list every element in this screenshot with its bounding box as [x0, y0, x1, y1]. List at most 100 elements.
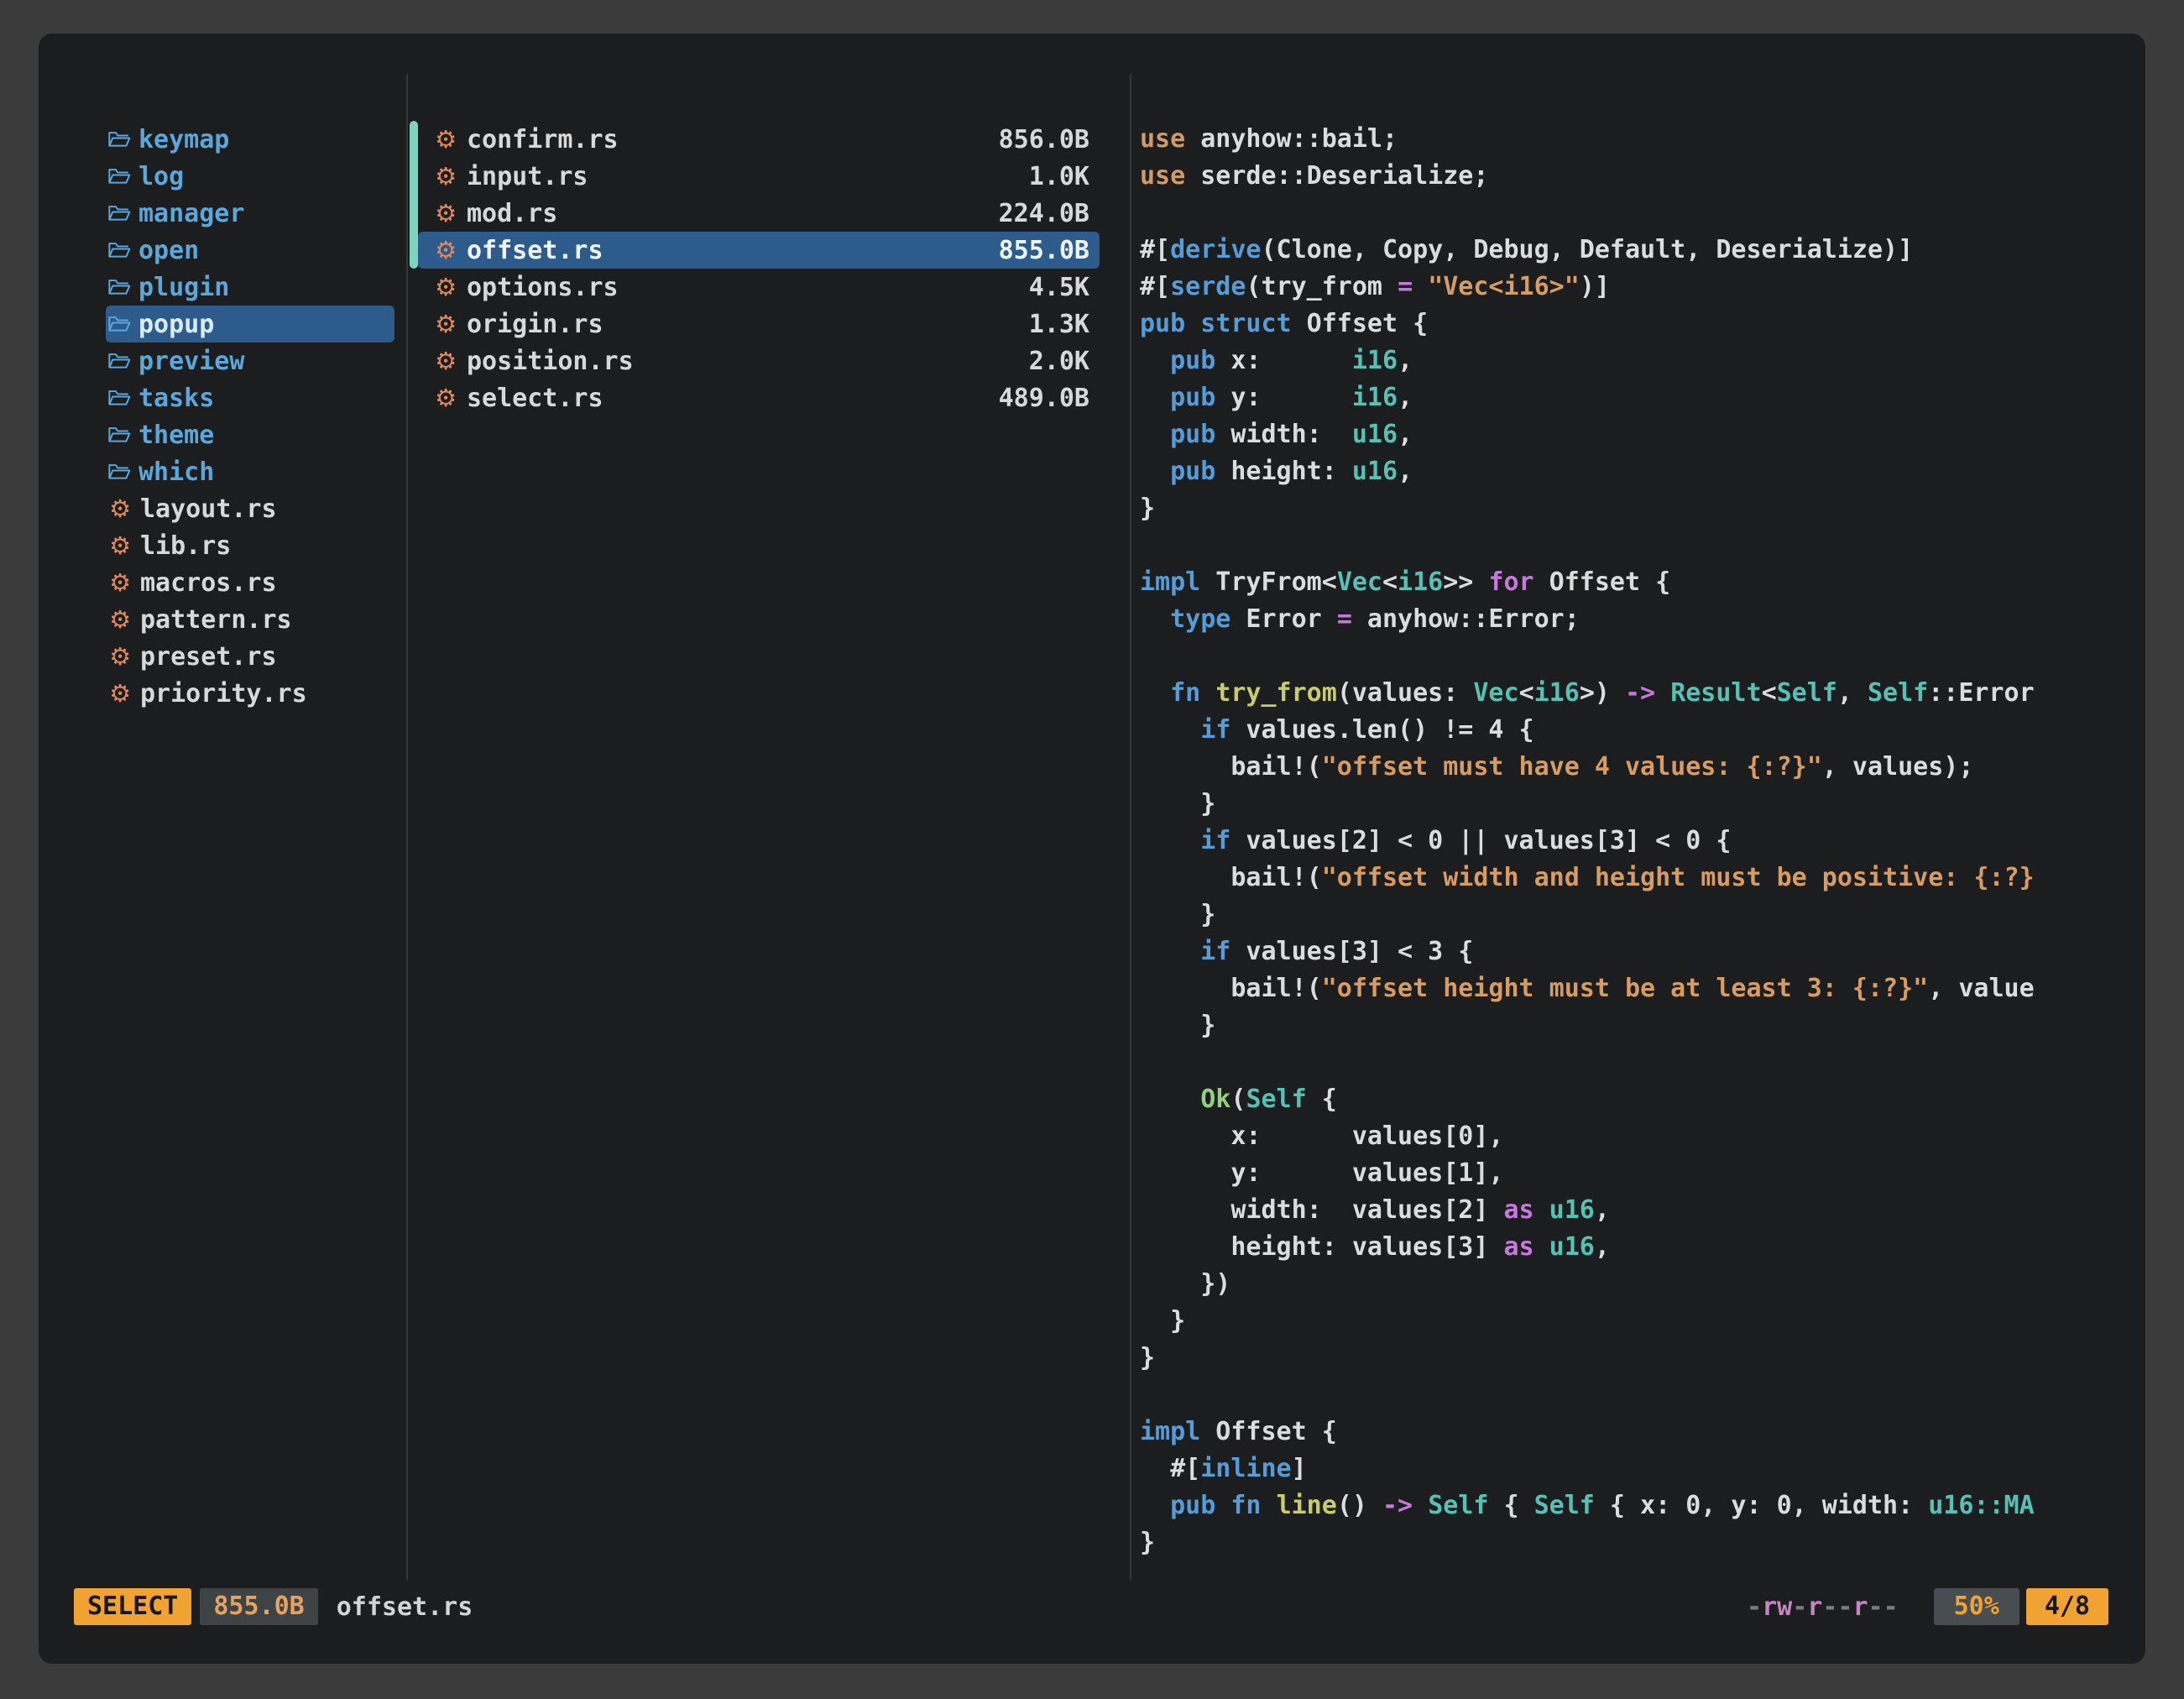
sidebar-item-log[interactable]: log [106, 158, 394, 195]
item-label: theme [138, 421, 214, 450]
file-row-mod-rs[interactable]: ⚙mod.rs224.0B [418, 195, 1100, 232]
item-label: plugin [138, 273, 229, 302]
file-size: 1.0K [1029, 162, 1089, 191]
file-permissions: -rw-r--r-- [1747, 1592, 1899, 1622]
status-filename: offset.rs [337, 1592, 473, 1622]
rust-file-icon: ⚙ [107, 645, 133, 669]
item-label: pattern.rs [140, 605, 292, 635]
code-line: #[serde(try_from = "Vec<i16>")] [1140, 269, 2145, 306]
sidebar-item-popup[interactable]: popup [106, 306, 394, 342]
code-line: } [1140, 786, 2145, 823]
sidebar-item-pattern-rs[interactable]: ⚙ pattern.rs [106, 601, 394, 638]
item-label: lib.rs [140, 531, 231, 561]
rust-file-icon: ⚙ [433, 128, 458, 152]
sidebar-item-lib-rs[interactable]: ⚙lib.rs [106, 527, 394, 564]
item-label: priority.rs [140, 679, 307, 708]
rust-file-icon: ⚙ [433, 386, 458, 410]
panes: keymap log manager open plugin popup preview ta… [39, 74, 2145, 1580]
rust-file-icon: ⚙ [107, 608, 133, 632]
file-size: 2.0K [1029, 347, 1089, 376]
file-rows: ⚙confirm.rs856.0B⚙input.rs1.0K⚙mod.rs224… [408, 121, 1130, 416]
sidebar-item-macros-rs[interactable]: ⚙macros.rs [106, 564, 394, 601]
sidebar-item-which[interactable]: which [106, 453, 394, 490]
code-line: impl Offset { [1140, 1414, 2145, 1451]
code-view: use anyhow::bail;use serde::Deserialize;… [1140, 121, 2145, 1561]
code-line [1140, 1044, 2145, 1081]
code-line: pub struct Offset { [1140, 306, 2145, 342]
file-name: options.rs [467, 273, 619, 302]
code-line: bail!("offset width and height must be p… [1140, 860, 2145, 897]
file-row-origin-rs[interactable]: ⚙origin.rs1.3K [418, 306, 1100, 342]
code-line: pub height: u16, [1140, 453, 2145, 490]
item-label: macros.rs [140, 568, 277, 598]
code-line: height: values[3] as u16, [1140, 1229, 2145, 1266]
file-row-offset-rs[interactable]: ⚙ offset.rs 855.0B [418, 232, 1100, 269]
folder-icon [107, 425, 131, 445]
sidebar-item-preset-rs[interactable]: ⚙preset.rs [106, 638, 394, 675]
code-line: use anyhow::bail; [1140, 121, 2145, 158]
sidebar-item-preview[interactable]: preview [106, 342, 394, 379]
terminal-window: keymap log manager open plugin popup preview ta… [39, 34, 2145, 1664]
rust-file-icon: ⚙ [433, 165, 458, 189]
file-name: origin.rs [467, 310, 603, 339]
code-line: pub width: u16, [1140, 416, 2145, 453]
code-line: }) [1140, 1266, 2145, 1303]
code-line: } [1140, 1340, 2145, 1377]
preview-pane: use anyhow::bail;use serde::Deserialize;… [1130, 74, 2145, 1580]
item-label: popup [138, 310, 214, 339]
sidebar-item-open[interactable]: open [106, 232, 394, 269]
code-line: } [1140, 1524, 2145, 1561]
code-line: impl TryFrom<Vec<i16>> for Offset { [1140, 564, 2145, 601]
sidebar-item-manager[interactable]: manager [106, 195, 394, 232]
code-line: pub y: i16, [1140, 379, 2145, 416]
item-label: open [138, 236, 199, 265]
rust-file-icon: ⚙ [433, 312, 458, 337]
sidebar-item-tasks[interactable]: tasks [106, 379, 394, 416]
sidebar-item-plugin[interactable]: plugin [106, 269, 394, 306]
file-size: 856.0B [999, 125, 1089, 154]
item-label: layout.rs [140, 494, 277, 524]
folder-icon [107, 277, 131, 297]
file-row-options-rs[interactable]: ⚙options.rs4.5K [418, 269, 1100, 306]
item-label: log [138, 162, 184, 191]
sidebar-item-layout-rs[interactable]: ⚙layout.rs [106, 490, 394, 527]
file-size: 224.0B [999, 199, 1089, 228]
code-line [1140, 195, 2145, 232]
file-row-confirm-rs[interactable]: ⚙confirm.rs856.0B [418, 121, 1100, 158]
status-bar: SELECT 855.0B offset.rs -rw-r--r-- 50% 4… [74, 1588, 2108, 1625]
item-label: keymap [138, 125, 229, 154]
file-name: mod.rs [467, 199, 557, 228]
code-line: width: values[2] as u16, [1140, 1192, 2145, 1229]
folder-icon [107, 166, 131, 186]
sidebar-item-keymap[interactable]: keymap [106, 121, 394, 158]
cursor-position-badge: 4/8 [2026, 1588, 2108, 1625]
scrollbar-indicator[interactable] [410, 121, 418, 269]
file-row-input-rs[interactable]: ⚙ input.rs 1.0K [418, 158, 1100, 195]
file-size: 489.0B [999, 384, 1089, 413]
rust-file-icon: ⚙ [433, 349, 458, 374]
code-line: bail!("offset must have 4 values: {:?}",… [1140, 749, 2145, 786]
code-line: use serde::Deserialize; [1140, 158, 2145, 195]
folder-icon [107, 240, 131, 260]
code-line: } [1140, 490, 2145, 527]
file-size: 4.5K [1029, 273, 1089, 302]
rust-file-icon: ⚙ [107, 682, 133, 706]
code-line: } [1140, 1007, 2145, 1044]
code-line: } [1140, 897, 2145, 933]
code-line: fn try_from(values: Vec<i16>) -> Result<… [1140, 675, 2145, 712]
file-row-position-rs[interactable]: ⚙ position.rs 2.0K [418, 342, 1100, 379]
sidebar-item-theme[interactable]: theme [106, 416, 394, 453]
sidebar-item-priority-rs[interactable]: ⚙ priority.rs [106, 675, 394, 712]
item-label: tasks [138, 384, 214, 413]
rust-file-icon: ⚙ [433, 238, 458, 263]
item-label: manager [138, 199, 244, 228]
file-name: position.rs [467, 347, 634, 376]
file-name: select.rs [467, 384, 603, 413]
code-line: #[inline] [1140, 1451, 2145, 1487]
file-row-select-rs[interactable]: ⚙ select.rs 489.0B [418, 379, 1100, 416]
folder-icon [107, 388, 131, 408]
file-name: input.rs [467, 162, 588, 191]
file-size: 855.0B [999, 236, 1089, 265]
file-name: offset.rs [467, 236, 603, 265]
code-line [1140, 527, 2145, 564]
